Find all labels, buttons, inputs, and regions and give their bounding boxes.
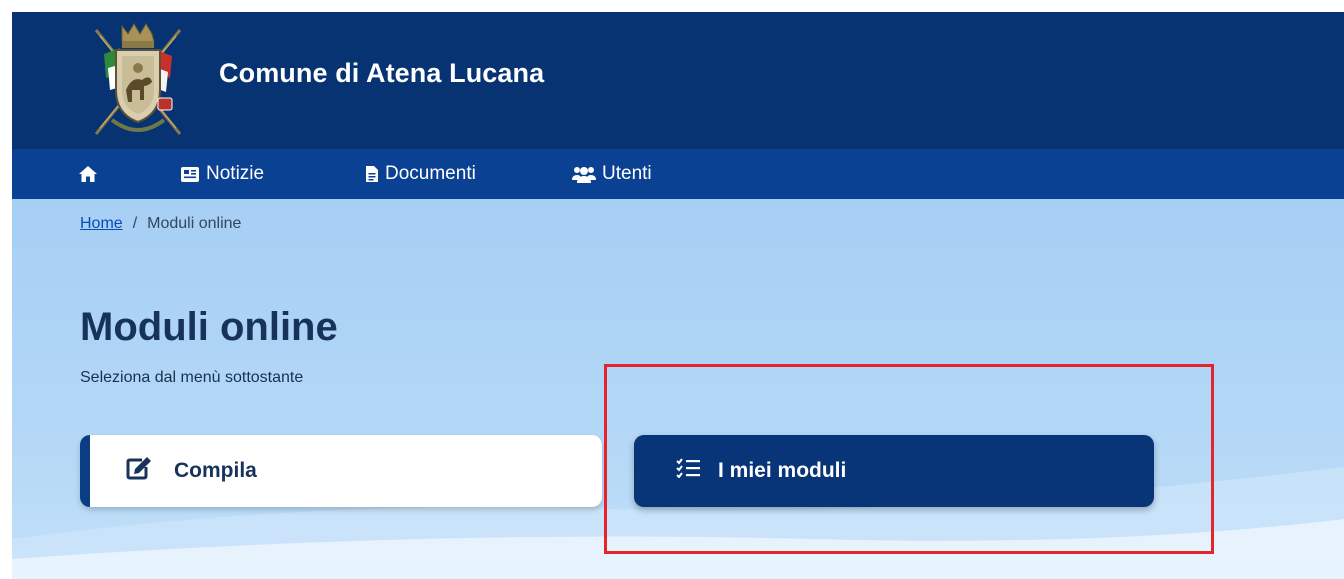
compila-label: Compila bbox=[174, 459, 257, 482]
nav-documenti-label: Documenti bbox=[385, 163, 476, 184]
breadcrumb-home-link[interactable]: Home bbox=[80, 215, 123, 232]
main-content: Home / Moduli online Moduli online Selezio… bbox=[12, 199, 1344, 579]
home-icon bbox=[78, 165, 98, 183]
nav-documenti[interactable]: Documenti bbox=[365, 149, 476, 199]
main-navbar: Notizie Documenti Utenti bbox=[12, 149, 1344, 199]
breadcrumb: Home / Moduli online bbox=[80, 215, 241, 233]
edit-icon bbox=[126, 456, 152, 486]
site-title[interactable]: Comune di Atena Lucana bbox=[219, 58, 544, 89]
coat-of-arms-logo[interactable] bbox=[82, 16, 194, 142]
miei-moduli-label: I miei moduli bbox=[718, 459, 847, 482]
site-header: Comune di Atena Lucana bbox=[12, 12, 1344, 149]
nav-notizie-label: Notizie bbox=[206, 163, 265, 184]
page: Comune di Atena Lucana Notizie Documenti… bbox=[0, 0, 1344, 579]
breadcrumb-separator: / bbox=[132, 215, 138, 232]
nav-notizie[interactable]: Notizie bbox=[180, 149, 264, 199]
page-title: Moduli online bbox=[80, 305, 338, 349]
page-subtitle: Seleziona dal menù sottostante bbox=[80, 369, 304, 386]
file-icon bbox=[365, 165, 379, 183]
checklist-icon bbox=[676, 458, 700, 484]
nav-home[interactable] bbox=[78, 149, 98, 199]
newspaper-icon bbox=[180, 166, 200, 183]
background-wave bbox=[12, 467, 1344, 579]
nav-utenti-label: Utenti bbox=[602, 163, 652, 184]
compila-button[interactable]: Compila bbox=[80, 435, 602, 507]
miei-moduli-button[interactable]: I miei moduli bbox=[634, 435, 1154, 507]
users-icon bbox=[572, 165, 596, 183]
breadcrumb-current: Moduli online bbox=[147, 215, 242, 232]
nav-utenti[interactable]: Utenti bbox=[572, 149, 652, 199]
